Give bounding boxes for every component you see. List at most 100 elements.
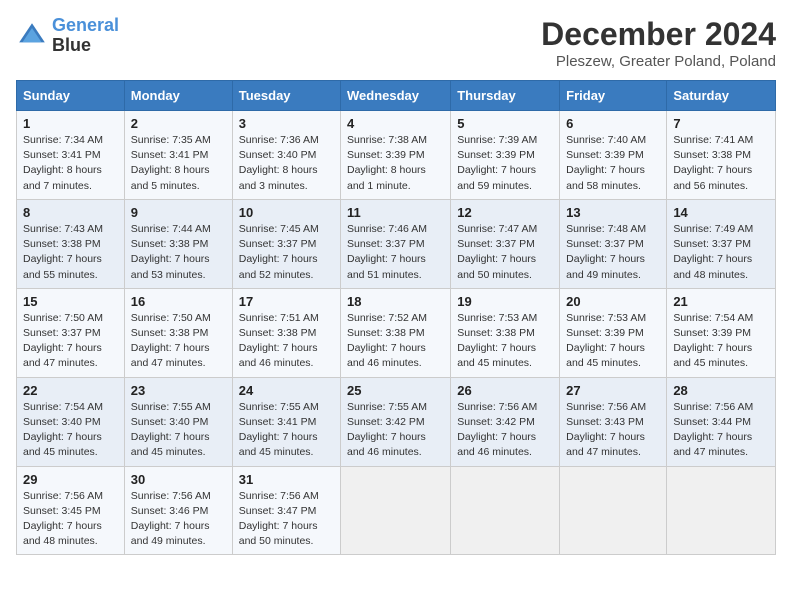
day-info: Sunrise: 7:34 AMSunset: 3:41 PMDaylight:… — [23, 133, 118, 194]
calendar-day-cell: 6 Sunrise: 7:40 AMSunset: 3:39 PMDaylight… — [560, 111, 667, 200]
day-number: 27 — [566, 383, 660, 398]
calendar-day-cell: 30 Sunrise: 7:56 AMSunset: 3:46 PMDayligh… — [124, 466, 232, 555]
day-number: 14 — [673, 205, 769, 220]
calendar-week-row: 29Sunrise: 7:56 AMSunset: 3:45 PMDayligh… — [17, 466, 776, 555]
calendar-day-cell: 14 Sunrise: 7:49 AMSunset: 3:37 PMDayligh… — [667, 199, 776, 288]
calendar-day-header: Sunday — [17, 81, 125, 111]
day-info: Sunrise: 7:53 AMSunset: 3:38 PMDaylight:… — [457, 311, 553, 372]
day-info: Sunrise: 7:38 AMSunset: 3:39 PMDaylight:… — [347, 133, 444, 194]
day-number: 12 — [457, 205, 553, 220]
day-number: 22 — [23, 383, 118, 398]
calendar-day-cell: 4Sunrise: 7:38 AMSunset: 3:39 PMDaylight… — [341, 111, 451, 200]
calendar-day-cell: 24 Sunrise: 7:55 AMSunset: 3:41 PMDayligh… — [232, 377, 340, 466]
calendar-day-cell: 10 Sunrise: 7:45 AMSunset: 3:37 PMDayligh… — [232, 199, 340, 288]
calendar-day-cell: 16 Sunrise: 7:50 AMSunset: 3:38 PMDayligh… — [124, 288, 232, 377]
day-info: Sunrise: 7:55 AMSunset: 3:41 PMDaylight:… — [239, 400, 334, 461]
calendar-day-cell: 1 Sunrise: 7:34 AMSunset: 3:41 PMDaylight… — [17, 111, 125, 200]
day-info: Sunrise: 7:56 AMSunset: 3:42 PMDaylight:… — [457, 400, 553, 461]
calendar-week-row: 15Sunrise: 7:50 AMSunset: 3:37 PMDayligh… — [17, 288, 776, 377]
calendar-day-cell — [667, 466, 776, 555]
calendar-day-header: Friday — [560, 81, 667, 111]
calendar-day-cell: 26 Sunrise: 7:56 AMSunset: 3:42 PMDayligh… — [451, 377, 560, 466]
day-info: Sunrise: 7:40 AMSunset: 3:39 PMDaylight:… — [566, 133, 660, 194]
day-number: 7 — [673, 116, 769, 131]
calendar-day-cell: 28 Sunrise: 7:56 AMSunset: 3:44 PMDayligh… — [667, 377, 776, 466]
calendar-week-row: 8 Sunrise: 7:43 AMSunset: 3:38 PMDaylight… — [17, 199, 776, 288]
calendar-day-cell: 19Sunrise: 7:53 AMSunset: 3:38 PMDayligh… — [451, 288, 560, 377]
calendar-day-cell: 5 Sunrise: 7:39 AMSunset: 3:39 PMDaylight… — [451, 111, 560, 200]
calendar-day-cell: 27 Sunrise: 7:56 AMSunset: 3:43 PMDayligh… — [560, 377, 667, 466]
day-number: 9 — [131, 205, 226, 220]
calendar-day-header: Tuesday — [232, 81, 340, 111]
calendar-week-row: 1 Sunrise: 7:34 AMSunset: 3:41 PMDaylight… — [17, 111, 776, 200]
day-number: 11 — [347, 205, 444, 220]
calendar-day-cell — [341, 466, 451, 555]
day-info: Sunrise: 7:49 AMSunset: 3:37 PMDaylight:… — [673, 222, 769, 283]
day-info: Sunrise: 7:54 AMSunset: 3:40 PMDaylight:… — [23, 400, 118, 461]
calendar-day-cell: 17 Sunrise: 7:51 AMSunset: 3:38 PMDayligh… — [232, 288, 340, 377]
day-number: 25 — [347, 383, 444, 398]
day-number: 6 — [566, 116, 660, 131]
day-number: 8 — [23, 205, 118, 220]
logo-icon — [16, 20, 48, 52]
calendar-day-cell: 29Sunrise: 7:56 AMSunset: 3:45 PMDayligh… — [17, 466, 125, 555]
day-number: 28 — [673, 383, 769, 398]
day-info: Sunrise: 7:50 AMSunset: 3:38 PMDaylight:… — [131, 311, 226, 372]
calendar-day-cell: 23Sunrise: 7:55 AMSunset: 3:40 PMDayligh… — [124, 377, 232, 466]
day-info: Sunrise: 7:41 AMSunset: 3:38 PMDaylight:… — [673, 133, 769, 194]
day-number: 2 — [131, 116, 226, 131]
day-info: Sunrise: 7:35 AMSunset: 3:41 PMDaylight:… — [131, 133, 226, 194]
day-number: 1 — [23, 116, 118, 131]
page-header: General Blue December 2024 Pleszew, Grea… — [16, 16, 776, 70]
calendar-day-cell: 22 Sunrise: 7:54 AMSunset: 3:40 PMDayligh… — [17, 377, 125, 466]
calendar-day-cell — [451, 466, 560, 555]
calendar-day-cell: 21 Sunrise: 7:54 AMSunset: 3:39 PMDayligh… — [667, 288, 776, 377]
day-info: Sunrise: 7:36 AMSunset: 3:40 PMDaylight:… — [239, 133, 334, 194]
calendar-day-cell: 11 Sunrise: 7:46 AMSunset: 3:37 PMDayligh… — [341, 199, 451, 288]
calendar-day-cell: 25 Sunrise: 7:55 AMSunset: 3:42 PMDayligh… — [341, 377, 451, 466]
calendar-day-cell: 18Sunrise: 7:52 AMSunset: 3:38 PMDayligh… — [341, 288, 451, 377]
calendar-day-header: Saturday — [667, 81, 776, 111]
day-number: 10 — [239, 205, 334, 220]
calendar-day-cell: 3 Sunrise: 7:36 AMSunset: 3:40 PMDaylight… — [232, 111, 340, 200]
day-info: Sunrise: 7:55 AMSunset: 3:42 PMDaylight:… — [347, 400, 444, 461]
logo-text: General Blue — [52, 16, 119, 56]
calendar-body: 1 Sunrise: 7:34 AMSunset: 3:41 PMDaylight… — [17, 111, 776, 555]
day-info: Sunrise: 7:51 AMSunset: 3:38 PMDaylight:… — [239, 311, 334, 372]
day-info: Sunrise: 7:50 AMSunset: 3:37 PMDaylight:… — [23, 311, 118, 372]
calendar-day-header: Thursday — [451, 81, 560, 111]
title-block: December 2024 Pleszew, Greater Poland, P… — [541, 16, 776, 70]
day-info: Sunrise: 7:46 AMSunset: 3:37 PMDaylight:… — [347, 222, 444, 283]
day-info: Sunrise: 7:45 AMSunset: 3:37 PMDaylight:… — [239, 222, 334, 283]
day-info: Sunrise: 7:39 AMSunset: 3:39 PMDaylight:… — [457, 133, 553, 194]
day-number: 31 — [239, 472, 334, 487]
day-info: Sunrise: 7:47 AMSunset: 3:37 PMDaylight:… — [457, 222, 553, 283]
day-number: 30 — [131, 472, 226, 487]
day-number: 21 — [673, 294, 769, 309]
day-info: Sunrise: 7:43 AMSunset: 3:38 PMDaylight:… — [23, 222, 118, 283]
day-number: 24 — [239, 383, 334, 398]
calendar-day-cell: 9Sunrise: 7:44 AMSunset: 3:38 PMDaylight… — [124, 199, 232, 288]
day-info: Sunrise: 7:53 AMSunset: 3:39 PMDaylight:… — [566, 311, 660, 372]
day-number: 13 — [566, 205, 660, 220]
logo: General Blue — [16, 16, 119, 56]
calendar-week-row: 22 Sunrise: 7:54 AMSunset: 3:40 PMDayligh… — [17, 377, 776, 466]
day-info: Sunrise: 7:56 AMSunset: 3:47 PMDaylight:… — [239, 489, 334, 550]
day-info: Sunrise: 7:56 AMSunset: 3:44 PMDaylight:… — [673, 400, 769, 461]
day-number: 26 — [457, 383, 553, 398]
calendar-day-header: Wednesday — [341, 81, 451, 111]
calendar-day-cell: 13 Sunrise: 7:48 AMSunset: 3:37 PMDayligh… — [560, 199, 667, 288]
day-info: Sunrise: 7:56 AMSunset: 3:46 PMDaylight:… — [131, 489, 226, 550]
day-number: 17 — [239, 294, 334, 309]
day-number: 23 — [131, 383, 226, 398]
day-number: 16 — [131, 294, 226, 309]
day-info: Sunrise: 7:56 AMSunset: 3:43 PMDaylight:… — [566, 400, 660, 461]
calendar-day-cell: 7 Sunrise: 7:41 AMSunset: 3:38 PMDaylight… — [667, 111, 776, 200]
day-info: Sunrise: 7:48 AMSunset: 3:37 PMDaylight:… — [566, 222, 660, 283]
day-number: 3 — [239, 116, 334, 131]
day-info: Sunrise: 7:54 AMSunset: 3:39 PMDaylight:… — [673, 311, 769, 372]
day-number: 5 — [457, 116, 553, 131]
calendar-day-cell: 2 Sunrise: 7:35 AMSunset: 3:41 PMDaylight… — [124, 111, 232, 200]
calendar-day-cell: 12 Sunrise: 7:47 AMSunset: 3:37 PMDayligh… — [451, 199, 560, 288]
calendar-day-cell: 15Sunrise: 7:50 AMSunset: 3:37 PMDayligh… — [17, 288, 125, 377]
